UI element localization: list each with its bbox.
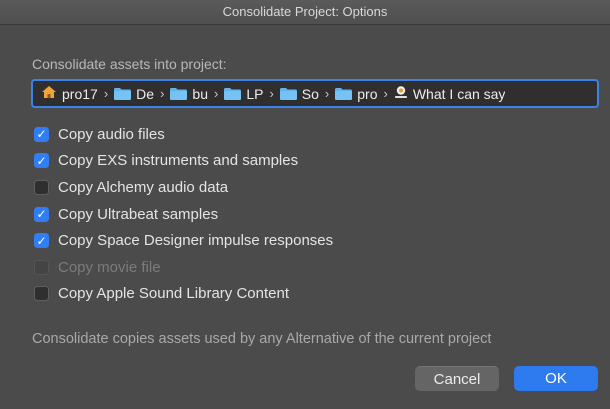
path-separator: ›: [160, 86, 165, 101]
footer-note: Consolidate copies assets used by any Al…: [32, 331, 492, 347]
option-row[interactable]: ✓ Copy audio files: [34, 121, 333, 148]
option-checkbox: [34, 259, 49, 275]
option-label: Copy EXS instruments and samples: [58, 152, 299, 170]
option-checkbox[interactable]: [34, 286, 49, 302]
option-label: Copy audio files: [58, 125, 165, 143]
path-crumb[interactable]: pro: [335, 85, 378, 102]
path-crumb[interactable]: De: [114, 86, 154, 102]
path-separator: ›: [103, 86, 109, 101]
logic-song-icon: [394, 85, 408, 102]
consolidate-destination-label: Consolidate assets into project:: [32, 56, 227, 72]
path-crumb[interactable]: LP: [224, 86, 263, 102]
path-crumb-label: So: [301, 85, 319, 102]
option-row[interactable]: Copy Apple Sound Library Content: [34, 281, 333, 308]
path-crumb[interactable]: What I can say: [394, 85, 506, 102]
option-checkbox[interactable]: ✓: [34, 126, 49, 142]
path-crumb[interactable]: So: [279, 85, 319, 102]
option-checkbox[interactable]: ✓: [34, 233, 49, 249]
path-separator: ›: [383, 86, 388, 101]
path-crumb-label: pro: [357, 85, 378, 102]
folder-icon: [224, 86, 242, 102]
option-row[interactable]: Copy Alchemy audio data: [34, 174, 333, 201]
path-crumb-label: De: [136, 85, 155, 102]
path-crumb-label: bu: [192, 85, 208, 102]
option-row: Copy movie file: [34, 254, 333, 281]
options-list: ✓ Copy audio files ✓ Copy EXS instruments a…: [34, 121, 333, 307]
path-separator: ›: [213, 86, 219, 101]
option-checkbox[interactable]: [34, 179, 49, 195]
path-separator: ›: [269, 86, 274, 101]
option-checkbox[interactable]: ✓: [34, 206, 49, 222]
option-row[interactable]: ✓ Copy Ultrabeat samples: [34, 201, 333, 228]
option-label: Copy Ultrabeat samples: [58, 205, 219, 223]
option-label: Copy Space Designer impulse responses: [58, 232, 334, 250]
path-crumb[interactable]: bu: [170, 86, 208, 102]
option-label: Copy Alchemy audio data: [58, 178, 229, 196]
option-label: Copy Apple Sound Library Content: [58, 285, 289, 303]
option-row[interactable]: ✓ Copy Space Designer impulse responses: [34, 227, 333, 254]
home-icon: [41, 85, 57, 102]
folder-icon: [335, 86, 353, 102]
option-label: Copy movie file: [58, 258, 161, 276]
folder-icon: [279, 86, 297, 102]
option-row[interactable]: ✓ Copy EXS instruments and samples: [34, 148, 333, 175]
consolidate-dialog: Consolidate Project: Options Consolidate…: [0, 0, 610, 409]
cancel-button[interactable]: Cancel: [415, 366, 499, 391]
path-crumb-label: pro17: [62, 85, 98, 102]
option-checkbox[interactable]: ✓: [34, 153, 49, 169]
window-title: Consolidate Project: Options: [0, 0, 610, 25]
path-crumb-label: What I can say: [412, 85, 506, 102]
folder-icon: [170, 86, 188, 102]
path-separator: ›: [324, 86, 330, 101]
path-crumb[interactable]: pro17: [41, 85, 98, 102]
destination-path-control[interactable]: pro17 › De › bu › LP › So › pro › What I can say: [31, 79, 599, 108]
path-crumb-label: LP: [246, 85, 264, 102]
folder-icon: [114, 86, 132, 102]
ok-button[interactable]: OK: [514, 366, 598, 391]
